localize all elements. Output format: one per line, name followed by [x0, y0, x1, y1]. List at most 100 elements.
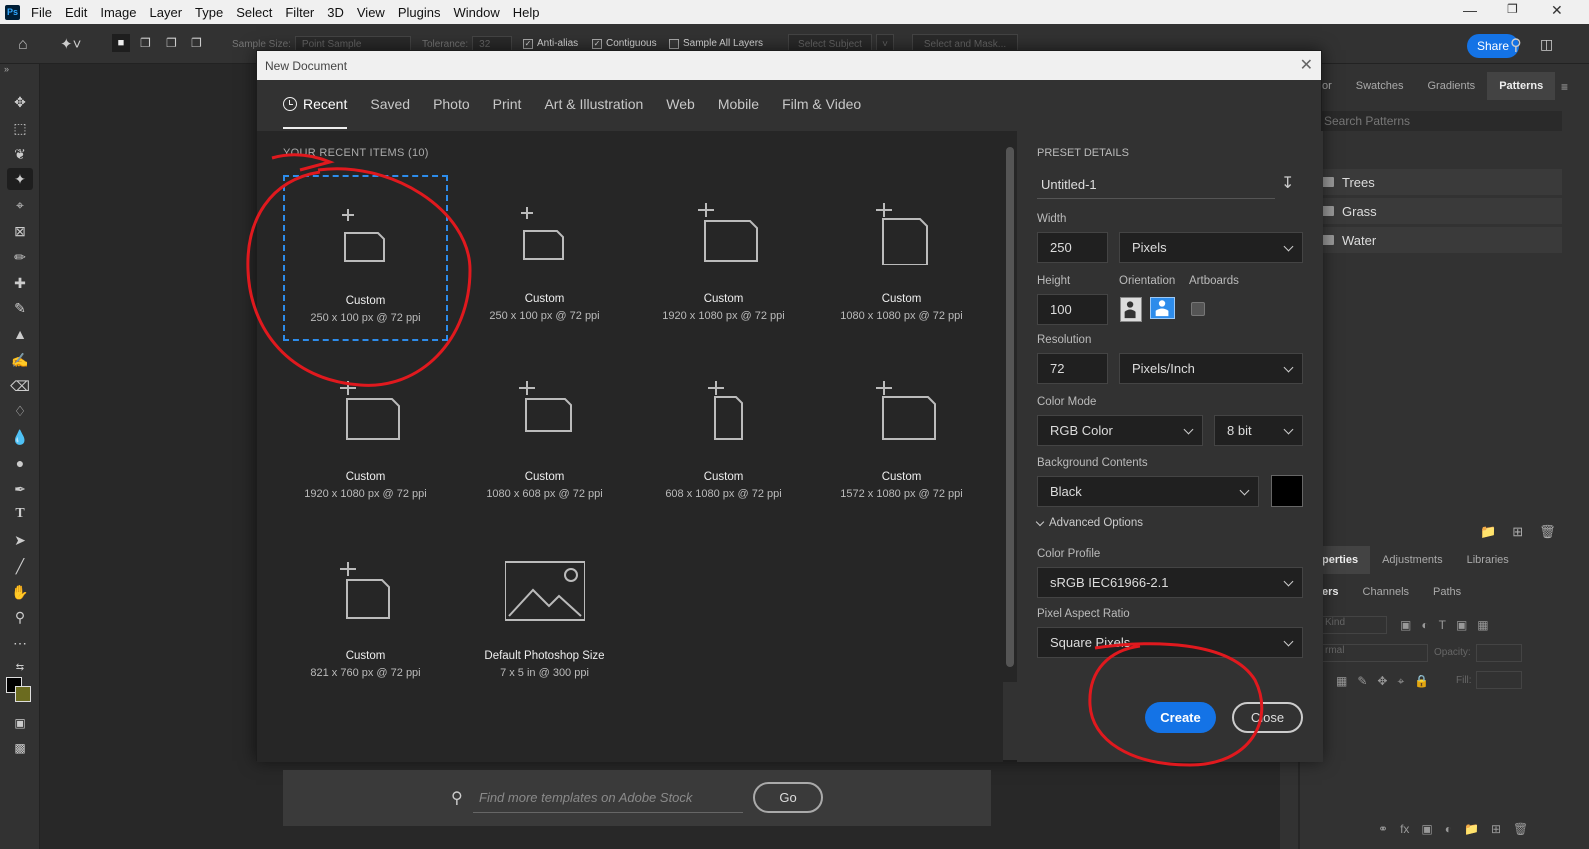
line-tool-icon[interactable]: ╱ — [7, 555, 33, 577]
adjustment-layer-icon[interactable]: ◐ — [1445, 822, 1452, 836]
lock-all-icon[interactable]: 🔒 — [1414, 674, 1429, 689]
tab-patterns[interactable]: Patterns — [1487, 72, 1556, 100]
eraser-tool-icon[interactable]: ⌫ — [7, 375, 33, 397]
sample-all-layers-checkbox[interactable] — [669, 38, 679, 49]
dialog-close-icon[interactable]: ✕ — [1300, 55, 1313, 75]
blend-mode-select[interactable]: rmal — [1322, 644, 1428, 662]
resolution-input[interactable]: 72 — [1037, 353, 1108, 384]
contiguous-checkbox[interactable]: ✓ — [592, 38, 602, 49]
pattern-folder-water[interactable]: Water — [1322, 227, 1562, 253]
tab-web[interactable]: Web — [666, 93, 695, 129]
tab-photo[interactable]: Photo — [433, 93, 470, 129]
width-input[interactable]: 250 — [1037, 232, 1108, 263]
more-tools-icon[interactable]: ⋯ — [7, 632, 33, 654]
group-layers-icon[interactable]: 📁 — [1464, 822, 1479, 836]
collapse-panel-icon[interactable]: » — [4, 64, 9, 74]
pixel-aspect-ratio-select[interactable]: Square Pixels — [1037, 627, 1303, 658]
eyedropper-tool-icon[interactable]: ✏ — [7, 246, 33, 268]
crop-tool-icon[interactable]: ⌖ — [7, 194, 33, 216]
blur-tool-icon[interactable]: 💧 — [7, 426, 33, 448]
path-selection-tool-icon[interactable]: ➤ — [7, 529, 33, 551]
document-name-input[interactable]: Untitled-1 — [1037, 171, 1275, 199]
window-close-icon[interactable]: ✕ — [1551, 2, 1563, 19]
intersect-selection-icon[interactable]: ❐ — [191, 36, 202, 50]
menu-select[interactable]: Select — [235, 5, 273, 20]
background-contents-select[interactable]: Black — [1037, 476, 1259, 507]
lock-image-icon[interactable]: ✎ — [1357, 674, 1367, 689]
workspace-icon[interactable]: ◫ — [1540, 36, 1553, 53]
patterns-search-input[interactable]: Search Patterns — [1322, 111, 1562, 131]
paint-bucket-tool-icon[interactable]: ♢ — [7, 400, 33, 422]
shape-filter-icon[interactable]: ▣ — [1456, 618, 1467, 632]
move-tool-icon[interactable]: ✥ — [7, 91, 33, 113]
stock-search-input[interactable]: Find more templates on Adobe Stock — [473, 783, 743, 813]
menu-image[interactable]: Image — [99, 5, 137, 20]
layer-kind-filter[interactable]: Kind — [1322, 616, 1387, 634]
image-filter-icon[interactable]: ▣ — [1400, 618, 1411, 632]
menu-window[interactable]: Window — [452, 5, 500, 20]
clone-stamp-tool-icon[interactable]: ▲ — [7, 323, 33, 345]
background-color-swatch[interactable] — [15, 686, 31, 702]
lock-artboard-icon[interactable]: ⌖ — [1397, 674, 1404, 689]
landscape-orientation-icon[interactable] — [1150, 297, 1175, 319]
recent-item-9[interactable]: Custom 821 x 760 px @ 72 ppi — [283, 532, 448, 698]
tab-layers[interactable]: ers — [1322, 578, 1351, 606]
new-layer-icon[interactable]: ⊞ — [1491, 822, 1501, 836]
recent-item-2[interactable]: Custom 250 x 100 px @ 72 ppi — [462, 175, 627, 341]
tab-color[interactable]: or — [1322, 72, 1344, 100]
tab-swatches[interactable]: Swatches — [1344, 72, 1416, 100]
adjustment-filter-icon[interactable]: ◐ — [1421, 618, 1428, 632]
brush-tool-icon[interactable]: ✎ — [7, 297, 33, 319]
minimize-icon[interactable]: — — [1463, 2, 1477, 18]
portrait-orientation-icon[interactable] — [1120, 297, 1142, 322]
delete-icon[interactable]: 🗑 — [1539, 524, 1556, 540]
background-color-swatch[interactable] — [1271, 475, 1303, 507]
restore-icon[interactable]: ❐ — [1507, 2, 1518, 16]
tab-saved[interactable]: Saved — [370, 93, 410, 129]
tab-channels[interactable]: Channels — [1351, 578, 1421, 606]
magic-wand-tool-icon[interactable]: ✦ — [7, 168, 33, 190]
quick-mask-icon[interactable]: ▣ — [7, 712, 33, 734]
magic-wand-preset-icon[interactable]: ✦˅ — [60, 35, 81, 53]
smart-object-filter-icon[interactable]: ▦ — [1477, 618, 1488, 632]
marquee-tool-icon[interactable]: ⬚ — [7, 117, 33, 139]
artboards-checkbox[interactable] — [1191, 302, 1205, 316]
subtract-selection-icon[interactable]: ❐ — [166, 36, 177, 50]
go-button[interactable]: Go — [753, 782, 823, 813]
recent-item-3[interactable]: Custom 1920 x 1080 px @ 72 ppi — [641, 175, 806, 341]
recent-item-7[interactable]: Custom 608 x 1080 px @ 72 ppi — [641, 353, 806, 519]
recent-item-1[interactable]: Custom 250 x 100 px @ 72 ppi — [283, 175, 448, 341]
tab-paths[interactable]: Paths — [1421, 578, 1473, 606]
add-mask-icon[interactable]: ▣ — [1421, 822, 1432, 836]
home-icon[interactable]: ⌂ — [18, 36, 28, 54]
menu-view[interactable]: View — [356, 5, 386, 20]
color-profile-select[interactable]: sRGB IEC61966-2.1 — [1037, 567, 1303, 598]
delete-layer-icon[interactable]: 🗑 — [1513, 822, 1528, 836]
pattern-folder-trees[interactable]: Trees — [1322, 169, 1562, 195]
anti-alias-checkbox[interactable]: ✓ — [523, 38, 533, 49]
resolution-unit-select[interactable]: Pixels/Inch — [1119, 353, 1303, 384]
recent-item-6[interactable]: Custom 1080 x 608 px @ 72 ppi — [462, 353, 627, 519]
frame-tool-icon[interactable]: ⊠ — [7, 220, 33, 242]
recent-item-4[interactable]: Custom 1080 x 1080 px @ 72 ppi — [819, 175, 984, 341]
tab-print[interactable]: Print — [493, 93, 522, 129]
healing-brush-tool-icon[interactable]: ✚ — [7, 272, 33, 294]
tab-mobile[interactable]: Mobile — [718, 93, 759, 129]
tab-art-illustration[interactable]: Art & Illustration — [544, 93, 643, 129]
menu-type[interactable]: Type — [194, 5, 224, 20]
type-tool-icon[interactable]: T — [7, 503, 33, 525]
new-pattern-icon[interactable]: ⊞ — [1512, 524, 1523, 540]
pen-tool-icon[interactable]: ✒ — [7, 478, 33, 500]
menu-3d[interactable]: 3D — [326, 5, 345, 20]
menu-help[interactable]: Help — [512, 5, 541, 20]
tab-properties[interactable]: perties — [1322, 546, 1371, 574]
search-icon[interactable]: ⚲ — [1510, 35, 1522, 55]
height-input[interactable]: 100 — [1037, 294, 1108, 325]
lock-position-icon[interactable]: ✥ — [1377, 674, 1387, 689]
width-unit-select[interactable]: Pixels — [1119, 232, 1303, 263]
recent-item-8[interactable]: Custom 1572 x 1080 px @ 72 ppi — [819, 353, 984, 519]
color-mode-select[interactable]: RGB Color — [1037, 415, 1203, 446]
menu-file[interactable]: File — [30, 5, 53, 20]
swap-colors-icon[interactable]: ⇆ — [7, 656, 33, 678]
new-group-icon[interactable]: 📁 — [1480, 524, 1496, 540]
